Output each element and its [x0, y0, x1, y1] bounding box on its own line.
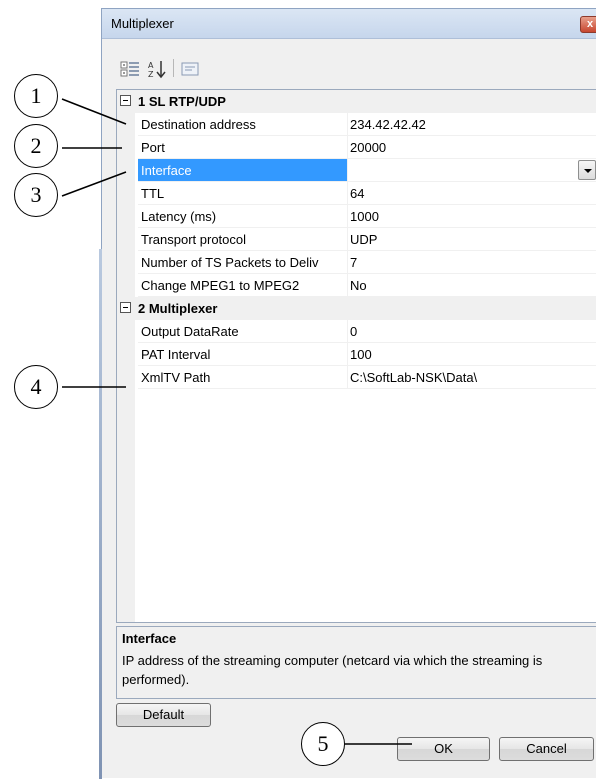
property-name: PAT Interval — [138, 343, 347, 366]
property-row-port[interactable]: Port 20000 — [117, 136, 596, 159]
property-row-pat-interval[interactable]: PAT Interval 100 — [117, 343, 596, 366]
property-name: Output DataRate — [138, 320, 347, 343]
description-text: IP address of the streaming computer (ne… — [122, 653, 543, 687]
multiplexer-window: Multiplexer x A Z 1 SL RTP/UDP Destinati… — [99, 8, 596, 779]
property-row-destination-address[interactable]: Destination address 234.42.42.42 — [117, 113, 596, 136]
collapse-icon[interactable] — [120, 95, 131, 106]
property-name: Port — [138, 136, 347, 159]
property-name: Destination address — [138, 113, 347, 136]
property-row-latency[interactable]: Latency (ms) 1000 — [117, 205, 596, 228]
category-name: 1 SL RTP/UDP — [138, 94, 226, 109]
property-name: XmlTV Path — [138, 366, 347, 389]
svg-text:Z: Z — [148, 70, 154, 79]
svg-text:A: A — [148, 61, 154, 70]
property-value[interactable]: 234.42.42.42 — [347, 113, 596, 136]
property-row-change-mpeg[interactable]: Change MPEG1 to MPEG2 No — [117, 274, 596, 297]
property-name: TTL — [138, 182, 347, 205]
property-row-transport-protocol[interactable]: Transport protocol UDP — [117, 228, 596, 251]
property-name: Number of TS Packets to Deliv — [138, 251, 347, 274]
property-row-xmltv-path[interactable]: XmlTV Path C:\SoftLab-NSK\Data\ — [117, 366, 596, 389]
property-pages-button[interactable] — [178, 57, 200, 79]
cancel-button[interactable]: Cancel — [499, 737, 594, 761]
category-name: 2 Multiplexer — [138, 301, 218, 316]
callout-2: 2 — [14, 124, 58, 168]
property-grid: 1 SL RTP/UDP Destination address 234.42.… — [116, 89, 596, 623]
property-name: Change MPEG1 to MPEG2 — [138, 274, 347, 297]
callout-4: 4 — [14, 365, 58, 409]
callout-5: 5 — [301, 722, 345, 766]
title-bar[interactable]: Multiplexer x — [102, 9, 596, 39]
property-value[interactable]: 64 — [347, 182, 596, 205]
property-value[interactable]: 100 — [347, 343, 596, 366]
close-button[interactable]: x — [580, 16, 596, 33]
categorized-button[interactable] — [118, 57, 140, 79]
description-title: Interface — [122, 631, 177, 646]
property-value[interactable]: 20000 — [347, 136, 596, 159]
alphabetical-button[interactable]: A Z — [144, 57, 166, 79]
chevron-down-icon[interactable] — [578, 160, 596, 180]
property-name: Transport protocol — [138, 228, 347, 251]
alphabetical-icon: A Z — [148, 61, 166, 79]
property-row-ts-packets[interactable]: Number of TS Packets to Deliv 7 — [117, 251, 596, 274]
default-button[interactable]: Default — [116, 703, 211, 727]
categorized-icon — [120, 61, 139, 77]
property-row-output-datarate[interactable]: Output DataRate 0 — [117, 320, 596, 343]
property-pages-icon — [181, 62, 199, 76]
property-grid-toolbar: A Z — [118, 57, 596, 83]
property-value[interactable]: C:\SoftLab-NSK\Data\ — [347, 366, 596, 389]
property-value[interactable]: 1000 — [347, 205, 596, 228]
ok-button[interactable]: OK — [397, 737, 490, 761]
category-row-sl-rtp-udp[interactable]: 1 SL RTP/UDP — [117, 90, 596, 113]
collapse-icon[interactable] — [120, 302, 131, 313]
callout-3: 3 — [14, 173, 58, 217]
window-title: Multiplexer — [111, 16, 174, 31]
callout-1: 1 — [14, 74, 58, 118]
toolbar-separator — [173, 59, 174, 77]
property-row-ttl[interactable]: TTL 64 — [117, 182, 596, 205]
property-value[interactable]: 0 — [347, 320, 596, 343]
property-row-interface[interactable]: Interface — [117, 159, 596, 182]
interface-dropdown[interactable] — [347, 159, 596, 182]
property-value[interactable]: 7 — [347, 251, 596, 274]
description-panel: Interface IP address of the streaming co… — [116, 626, 596, 699]
property-name: Latency (ms) — [138, 205, 347, 228]
category-row-multiplexer[interactable]: 2 Multiplexer — [117, 297, 596, 320]
property-value[interactable]: No — [347, 274, 596, 297]
property-name: Interface — [138, 159, 347, 182]
property-value[interactable]: UDP — [347, 228, 596, 251]
